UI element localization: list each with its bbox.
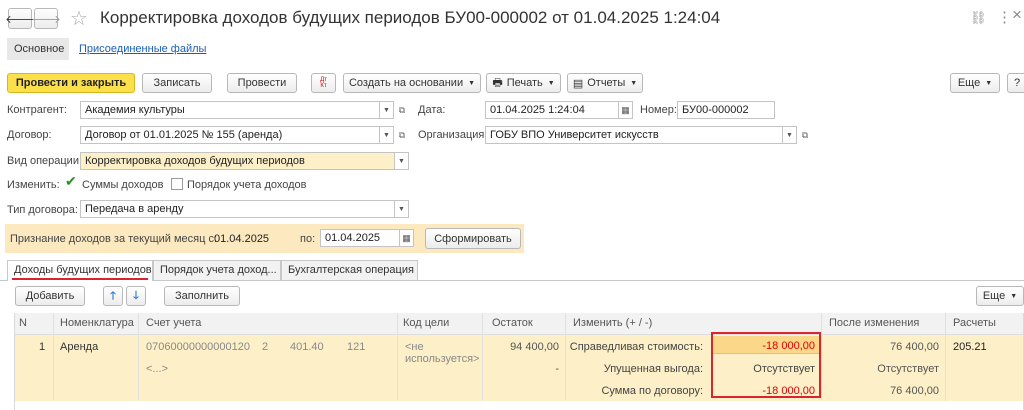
row-account-part2[interactable]: 2 — [262, 341, 268, 353]
operation-type-field[interactable]: Корректировка доходов будущих периодов — [80, 152, 395, 170]
arrow-right-icon: 🡒 — [31, 13, 61, 26]
chevron-down-icon: ▼ — [468, 79, 476, 87]
link-icon[interactable]: ⛓ — [970, 10, 987, 26]
counterparty-open-icon[interactable]: ⧉ — [395, 101, 409, 119]
col-header-after-change[interactable]: После изменения — [821, 313, 945, 335]
calendar-icon[interactable]: ▦ — [400, 229, 414, 247]
counterparty-dropdown-icon[interactable]: ▼ — [380, 101, 394, 119]
date-field[interactable]: 01.04.2025 1:24:04 — [485, 101, 619, 119]
order-checkbox-label[interactable]: Порядок учета доходов — [187, 179, 307, 191]
create-based-on-button[interactable]: Создать на основании ▼ — [343, 73, 481, 93]
row-account[interactable]: 07060000000000120 — [146, 341, 250, 353]
col-header-calculations[interactable]: Расчеты — [945, 313, 1023, 335]
forward-button[interactable]: 🡒 — [31, 8, 61, 29]
contract-field[interactable]: Договор от 01.01.2025 № 155 (аренда) — [80, 126, 380, 144]
number-field[interactable]: БУ00-000002 — [677, 101, 775, 119]
section-files-link[interactable]: Присоединенные файлы — [79, 43, 206, 55]
change-label-lost-profit: Упущенная выгода: — [603, 363, 703, 375]
row-nomenclature[interactable]: Аренда — [60, 341, 98, 353]
contract-dropdown-icon[interactable]: ▼ — [380, 126, 394, 144]
change-label: Изменить: — [7, 179, 60, 191]
reports-button[interactable]: ▤ Отчеты ▼ — [567, 73, 643, 93]
tab-accounting-operation[interactable]: Бухгалтерская операция — [281, 260, 418, 280]
post-and-close-button[interactable]: Провести и закрыть — [7, 73, 135, 93]
contract-type-label: Тип договора: — [7, 204, 78, 216]
row-calculations[interactable]: 205.21 — [953, 341, 987, 353]
move-down-button[interactable]: 🡓 — [126, 286, 146, 306]
save-button[interactable]: Записать — [142, 73, 212, 93]
checkmark-icon: ✔ — [65, 173, 77, 189]
print-button[interactable]: 🖶 Печать ▼ — [486, 73, 561, 93]
contract-open-icon[interactable]: ⧉ — [395, 126, 409, 144]
organization-dropdown-icon[interactable]: ▼ — [783, 126, 797, 144]
recognition-to-label: по: — [300, 233, 316, 245]
contract-type-field[interactable]: Передача в аренду — [80, 200, 395, 218]
change-fair-value[interactable]: -18 000,00 — [762, 340, 815, 352]
favorite-star-icon[interactable]: ☆ — [70, 6, 88, 31]
row-account-part3[interactable]: 401.40 — [290, 341, 324, 353]
row-goal-code[interactable]: <не используется> — [405, 341, 479, 365]
change-contract-sum[interactable]: -18 000,00 — [762, 385, 815, 397]
report-icon: ▤ — [572, 77, 584, 90]
change-lost-profit[interactable]: Отсутствует — [753, 363, 815, 375]
chevron-down-icon: ▼ — [985, 79, 993, 87]
move-up-button[interactable]: 🡑 — [103, 286, 123, 306]
active-tab-underline — [12, 278, 148, 280]
add-button[interactable]: Добавить — [15, 286, 85, 306]
arrow-down-icon: 🡓 — [133, 289, 139, 302]
col-header-account[interactable]: Счет учета — [138, 313, 397, 335]
date-label: Дата: — [418, 104, 446, 116]
section-main-label: Основное — [14, 43, 65, 55]
arrow-up-icon: 🡑 — [110, 289, 116, 302]
chevron-down-icon: ▼ — [630, 79, 638, 87]
recognition-from-value: 01.04.2025 — [214, 233, 270, 245]
operation-type-label: Вид операции: — [7, 155, 83, 167]
chevron-down-icon: ▼ — [1010, 292, 1018, 300]
order-checkbox[interactable] — [171, 178, 183, 190]
post-button[interactable]: Провести — [227, 73, 297, 93]
dt-kt-icon: Дт Кт — [320, 77, 327, 89]
col-header-n[interactable]: N — [15, 313, 53, 335]
tab-income-order[interactable]: Порядок учета доход... — [153, 260, 281, 280]
organization-field[interactable]: ГОБУ ВПО Университет искусств — [485, 126, 783, 144]
operation-type-dropdown-icon[interactable]: ▼ — [395, 152, 409, 170]
row-account-subconto[interactable]: <...> — [146, 363, 168, 375]
recognition-label: Признание доходов за текущий месяц с: — [10, 233, 218, 245]
page-title: Корректировка доходов будущих периодов Б… — [100, 8, 721, 27]
row-account-part4[interactable]: 121 — [347, 341, 365, 353]
col-header-nomenclature[interactable]: Номенклатура — [53, 313, 138, 335]
row-balance-dash: - — [555, 363, 559, 375]
recognition-to-field[interactable]: 01.04.2025 — [320, 229, 400, 247]
back-button[interactable]: 🡐 — [5, 8, 35, 29]
counterparty-field[interactable]: Академия культуры — [80, 101, 380, 119]
generate-button[interactable]: Сформировать — [425, 228, 521, 249]
row-n: 1 — [39, 341, 46, 353]
after-contract-sum: 76 400,00 — [890, 385, 939, 397]
more-button[interactable]: Еще ▼ — [950, 73, 1000, 93]
dt-kt-button[interactable]: Дт Кт — [311, 73, 336, 93]
calendar-icon[interactable]: ▦ — [619, 101, 633, 119]
change-label-contract-sum: Сумма по договору: — [601, 385, 703, 397]
fill-button[interactable]: Заполнить — [164, 286, 240, 306]
sums-checkbox[interactable]: ✔ — [65, 173, 78, 190]
more-menu-icon[interactable]: ⋮ — [997, 8, 1012, 26]
counterparty-label: Контрагент: — [7, 104, 67, 116]
chevron-down-icon: ▼ — [547, 79, 555, 87]
col-header-goal-code[interactable]: Код цели — [397, 313, 482, 335]
row-balance: 94 400,00 — [510, 341, 559, 353]
after-lost-profit: Отсутствует — [877, 363, 939, 375]
contract-label: Договор: — [7, 129, 52, 141]
contract-type-dropdown-icon[interactable]: ▼ — [395, 200, 409, 218]
printer-icon: 🖶 — [492, 76, 503, 89]
number-label: Номер: — [640, 104, 677, 116]
organization-label: Организация: — [418, 129, 488, 141]
close-icon[interactable]: × — [1012, 5, 1022, 25]
after-fair-value: 76 400,00 — [890, 341, 939, 353]
organization-open-icon[interactable]: ⧉ — [798, 126, 812, 144]
col-header-balance[interactable]: Остаток — [482, 313, 565, 335]
sums-checkbox-label[interactable]: Суммы доходов — [82, 179, 163, 191]
help-button[interactable]: ? — [1007, 73, 1024, 93]
table-more-button[interactable]: Еще ▼ — [976, 286, 1024, 306]
change-label-fair-value: Справедливая стоимость: — [569, 341, 703, 353]
